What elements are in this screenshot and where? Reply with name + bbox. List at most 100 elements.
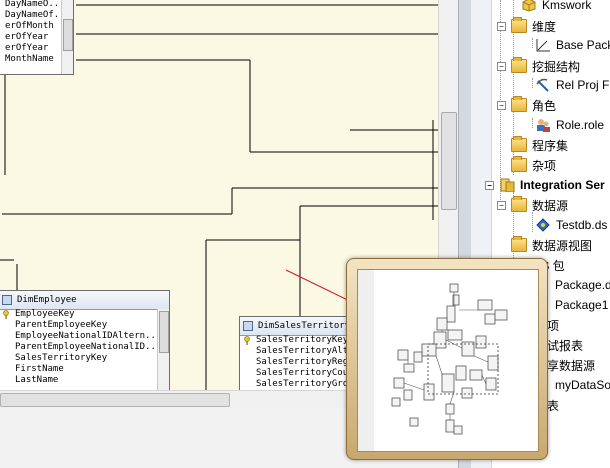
- folder-icon: [511, 136, 527, 152]
- tree-item-kmswork[interactable]: Kmswork: [521, 0, 591, 14]
- cube-icon: [522, 0, 536, 12]
- tree-item-rel-proj[interactable]: Rel Proj F: [535, 76, 609, 94]
- column-name: SalesTerritoryCount...: [256, 368, 356, 378]
- tree-item-label: 项: [547, 318, 560, 333]
- tree-item-label: 数据源视图: [532, 238, 593, 253]
- column-name: SalesTerritoryKey: [256, 335, 349, 345]
- table-row[interactable]: SalesTerritoryCount...: [240, 368, 356, 379]
- datasource-icon: [536, 218, 550, 232]
- tree-item-package1[interactable]: Package1: [555, 296, 608, 314]
- tree-item-role[interactable]: Role.role: [535, 116, 604, 134]
- tree-item-label: 享数据源: [547, 358, 596, 373]
- tree-item-report-test[interactable]: 试报表: [547, 336, 583, 354]
- column-name: SalesTerritoryGroup...: [256, 379, 356, 389]
- table-row: erOfMonth: [5, 21, 54, 31]
- table-row[interactable]: EmployeeNationalIDAltern...: [0, 331, 157, 342]
- folder-icon: [511, 236, 527, 252]
- tree-item-label: Base Pack: [556, 38, 610, 52]
- table-row: erOfYear: [5, 32, 49, 42]
- scroll-thumb[interactable]: [441, 112, 457, 210]
- tree-item-label: 角色: [532, 98, 557, 113]
- tree-item-misc-2[interactable]: 项: [547, 316, 559, 334]
- column-name: FirstName: [15, 364, 64, 374]
- column-name: LastName: [15, 375, 59, 385]
- table-date-dimension[interactable]: DayNameO... DayNameOf... erOfMonth erOfY…: [0, 0, 74, 75]
- tree-item-my-data-source[interactable]: myDataSo: [555, 376, 610, 394]
- tree-item-label: 维度: [532, 19, 557, 34]
- diagram-thumbnail[interactable]: [357, 269, 539, 452]
- scroll-thumb[interactable]: [0, 393, 230, 407]
- tree-item-package[interactable]: Package.d: [555, 276, 610, 294]
- diagram-navigator-popup[interactable]: [346, 258, 548, 460]
- table-header[interactable]: DimEmployee: [0, 291, 169, 310]
- table-scrollbar[interactable]: [61, 0, 73, 74]
- collapse-icon[interactable]: −: [485, 180, 494, 190]
- tree-item-label: myDataSo: [555, 378, 610, 392]
- table-row[interactable]: SalesTerritoryKey: [240, 335, 356, 346]
- tree-item-label: Rel Proj F: [556, 78, 610, 92]
- table-row[interactable]: SalesTerritoryGroup...: [240, 379, 356, 390]
- tree-item-label: Role.role: [556, 118, 605, 132]
- dimension-icon: [536, 39, 550, 52]
- tree-item-label: 表: [547, 398, 560, 413]
- table-row[interactable]: SalesTerritoryAlte...: [240, 346, 356, 357]
- tree-item-misc[interactable]: 杂项: [511, 156, 556, 174]
- table-row[interactable]: LastName: [0, 375, 157, 386]
- table-icon: [243, 321, 253, 331]
- project-icon: [500, 178, 515, 192]
- table-title: DimSalesTerritory: [258, 321, 351, 331]
- table-dim-employee[interactable]: DimEmployee EmployeeKey ParentEmployeeKe…: [0, 290, 170, 390]
- tree-item-shared-data-sources[interactable]: 享数据源: [547, 356, 595, 374]
- tree-item-integration-services[interactable]: − Integration Ser: [485, 176, 605, 194]
- tree-item-dimensions[interactable]: − 维度: [497, 17, 556, 35]
- tree-item-label: 杂项: [532, 158, 557, 173]
- collapse-icon[interactable]: −: [497, 200, 506, 210]
- tree-item-testdb[interactable]: Testdb.ds: [535, 216, 607, 234]
- tree-item-base-pack[interactable]: Base Pack: [535, 36, 610, 54]
- column-name: ParentEmployeeNationalID...: [15, 342, 157, 352]
- table-title: DimEmployee: [17, 295, 77, 305]
- collapse-icon[interactable]: −: [497, 21, 506, 31]
- folder-icon: [511, 96, 527, 112]
- table-row[interactable]: SalesTerritoryRegi...: [240, 357, 356, 368]
- table-row[interactable]: SalesTerritoryKey: [0, 353, 157, 364]
- collapse-icon[interactable]: −: [497, 61, 506, 71]
- table-row[interactable]: ParentEmployeeKey: [0, 320, 157, 331]
- mining-icon: [536, 78, 549, 92]
- tree-item-label: 挖掘结构: [532, 59, 581, 74]
- tree-item-label: Integration Ser: [520, 178, 605, 192]
- folder-icon: [511, 17, 527, 33]
- table-scrollbar[interactable]: [157, 309, 169, 390]
- table-icon: [2, 295, 12, 305]
- key-icon: [3, 310, 9, 319]
- tree-item-label: Package.d: [555, 278, 610, 292]
- tree-item-label: 数据源: [532, 198, 569, 213]
- tree-item-label: 试报表: [547, 338, 584, 353]
- diagram-miniature: [358, 270, 508, 451]
- folder-icon: [511, 156, 527, 172]
- folder-icon: [511, 57, 527, 73]
- tree-item-label: Testdb.ds: [556, 218, 608, 232]
- table-row[interactable]: ParentEmployeeNationalID...: [0, 342, 157, 353]
- folder-icon: [511, 196, 527, 212]
- collapse-icon[interactable]: −: [497, 100, 506, 110]
- table-row[interactable]: FirstName: [0, 364, 157, 375]
- tree-item-label: Kmswork: [542, 0, 592, 12]
- table-row[interactable]: EmployeeKey: [0, 309, 157, 320]
- column-name: SalesTerritoryAlte...: [256, 346, 356, 356]
- column-name: EmployeeKey: [15, 309, 75, 319]
- role-icon: [537, 119, 550, 132]
- column-name: EmployeeNationalIDAltern...: [15, 331, 157, 341]
- table-row: DayNameOf...: [5, 10, 61, 20]
- tree-item-data-source-views[interactable]: 数据源视图: [511, 236, 592, 254]
- tree-item-assemblies[interactable]: 程序集: [511, 136, 568, 154]
- tree-item-data-sources[interactable]: − 数据源: [497, 196, 568, 214]
- column-name: SalesTerritoryKey: [15, 353, 108, 363]
- key-icon: [244, 336, 250, 345]
- tree-item-label: Package1: [555, 298, 609, 312]
- tree-item-reports[interactable]: 表: [547, 396, 559, 414]
- column-name: SalesTerritoryRegi...: [256, 357, 356, 367]
- tree-item-label: 程序集: [532, 138, 569, 153]
- tree-item-mining-structures[interactable]: − 挖掘结构: [497, 57, 580, 75]
- tree-item-roles[interactable]: − 角色: [497, 96, 556, 114]
